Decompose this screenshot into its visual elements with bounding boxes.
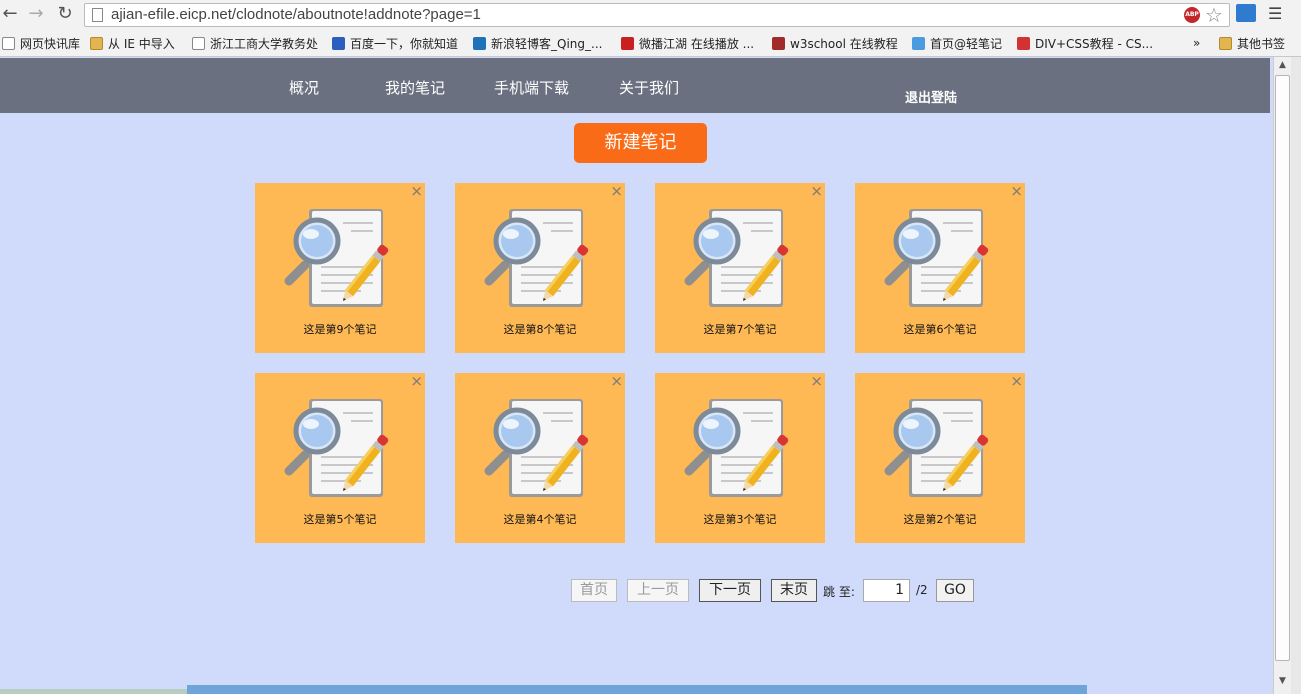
- note-card[interactable]: × 这是第8个笔记: [455, 183, 625, 353]
- bookmark-item[interactable]: w3school 在线教程: [772, 35, 898, 51]
- note-card[interactable]: × 这是第4个笔记: [455, 373, 625, 543]
- sina-icon: [473, 36, 486, 50]
- note-edit-icon: [881, 203, 997, 319]
- jump-to-label: 跳 至:: [823, 585, 855, 599]
- delete-note-close-icon[interactable]: ×: [1010, 183, 1023, 199]
- bookmark-item[interactable]: 百度一下，你就知道: [332, 35, 458, 51]
- scroll-down-arrow-icon[interactable]: ▼: [1274, 673, 1291, 690]
- folder-icon: [1219, 36, 1232, 50]
- note-title: 这是第4个笔记: [503, 513, 577, 526]
- bookmark-label: 网页快讯库: [20, 36, 81, 51]
- note-card[interactable]: × 这是第9个笔记: [255, 183, 425, 353]
- new-note-button[interactable]: 新建笔记: [574, 123, 707, 163]
- first-page-button[interactable]: 首页: [571, 579, 617, 602]
- delete-note-close-icon[interactable]: ×: [810, 183, 823, 199]
- note-title: 这是第3个笔记: [703, 513, 777, 526]
- scroll-thumb[interactable]: [1275, 75, 1290, 661]
- bookmark-label: 新浪轻博客_Qing_...: [491, 36, 603, 51]
- desktop-background-strip: [0, 689, 187, 694]
- bookmark-item[interactable]: 其他书签: [1219, 35, 1285, 51]
- reload-icon[interactable]: ↻: [55, 4, 75, 24]
- note-edit-icon: [681, 203, 797, 319]
- page-icon: [92, 8, 103, 22]
- bookmark-label: w3school 在线教程: [790, 36, 898, 51]
- page-number-input[interactable]: 1: [863, 579, 910, 602]
- bookmark-item[interactable]: 网页快讯库: [2, 35, 80, 51]
- page-total: /2: [916, 583, 928, 597]
- w3school-icon: [772, 36, 785, 50]
- go-button[interactable]: GO: [936, 579, 974, 602]
- note-title: 这是第8个笔记: [503, 323, 577, 336]
- url-text[interactable]: ajian-efile.eicp.net/clodnote/aboutnote!…: [111, 6, 481, 23]
- note-title: 这是第5个笔记: [303, 513, 377, 526]
- bookmark-label: 从 IE 中导入: [108, 36, 175, 51]
- video-site-icon: [621, 36, 634, 50]
- note-edit-icon: [281, 203, 397, 319]
- note-edit-icon: [481, 203, 597, 319]
- delete-note-close-icon[interactable]: ×: [410, 183, 423, 199]
- delete-note-close-icon[interactable]: ×: [1010, 373, 1023, 389]
- bookmark-item[interactable]: 新浪轻博客_Qing_...: [473, 35, 602, 51]
- note-card[interactable]: × 这是第5个笔记: [255, 373, 425, 543]
- bookmark-label: DIV+CSS教程 - CS...: [1035, 36, 1154, 51]
- note-card[interactable]: × 这是第7个笔记: [655, 183, 825, 353]
- note-title: 这是第2个笔记: [903, 513, 977, 526]
- scroll-up-arrow-icon[interactable]: ▲: [1274, 57, 1291, 74]
- bookmark-item[interactable]: 浙江工商大学教务处: [192, 35, 318, 51]
- nav-about-us[interactable]: 关于我们: [619, 77, 679, 98]
- bookmark-item[interactable]: 从 IE 中导入: [90, 35, 175, 51]
- css-site-icon: [1017, 36, 1030, 50]
- bookmark-item[interactable]: 微播江湖 在线播放 ...: [621, 35, 754, 51]
- delete-note-close-icon[interactable]: ×: [610, 373, 623, 389]
- site-nav: 概况 我的笔记 手机端下载 关于我们 退出登陆: [0, 58, 1270, 113]
- bookmark-star-icon[interactable]: ☆: [1205, 3, 1223, 27]
- note-edit-icon: [281, 393, 397, 509]
- extension-icon[interactable]: [1236, 4, 1256, 22]
- note-edit-icon: [481, 393, 597, 509]
- delete-note-close-icon[interactable]: ×: [610, 183, 623, 199]
- bookmark-label: 微播江湖 在线播放 ...: [639, 36, 755, 51]
- note-title: 这是第6个笔记: [903, 323, 977, 336]
- bookmark-item[interactable]: 首页@轻笔记: [912, 35, 1002, 51]
- delete-note-close-icon[interactable]: ×: [410, 373, 423, 389]
- back-arrow-icon[interactable]: ←: [0, 4, 20, 24]
- bookmark-label: 首页@轻笔记: [930, 36, 1003, 51]
- note-edit-icon: [881, 393, 997, 509]
- logout-link[interactable]: 退出登陆: [905, 87, 957, 106]
- vertical-scrollbar[interactable]: ▲ ▼: [1273, 57, 1291, 694]
- taskbar-strip: [187, 685, 1087, 694]
- bookmark-label: 百度一下，你就知道: [350, 36, 459, 51]
- folder-icon: [90, 36, 103, 50]
- bookmark-label: 浙江工商大学教务处: [210, 36, 319, 51]
- note-edit-icon: [681, 393, 797, 509]
- note-card[interactable]: × 这是第2个笔记: [855, 373, 1025, 543]
- next-page-button[interactable]: 下一页: [699, 579, 761, 602]
- prev-page-button[interactable]: 上一页: [627, 579, 689, 602]
- page-icon: [192, 36, 205, 50]
- bookmarks-overflow-chevron-icon[interactable]: »: [1193, 35, 1200, 51]
- last-page-button[interactable]: 末页: [771, 579, 817, 602]
- bookmark-label: 其他书签: [1237, 36, 1286, 51]
- note-title: 这是第7个笔记: [703, 323, 777, 336]
- note-card[interactable]: × 这是第6个笔记: [855, 183, 1025, 353]
- side-panel-edge: [1291, 57, 1301, 694]
- note-title: 这是第9个笔记: [303, 323, 377, 336]
- nav-my-notes[interactable]: 我的笔记: [385, 77, 445, 98]
- menu-icon[interactable]: ☰: [1268, 4, 1282, 23]
- adblock-icon[interactable]: ABP: [1184, 7, 1200, 23]
- baidu-icon: [332, 36, 345, 50]
- page-icon: [2, 36, 15, 50]
- bookmark-item[interactable]: DIV+CSS教程 - CS...: [1017, 35, 1153, 51]
- nav-mobile-download[interactable]: 手机端下载: [494, 77, 569, 98]
- address-bar[interactable]: ajian-efile.eicp.net/clodnote/aboutnote!…: [84, 3, 1230, 27]
- browser-toolbar: ← → ↻ ajian-efile.eicp.net/clodnote/abou…: [0, 0, 1301, 30]
- forward-arrow-icon[interactable]: →: [26, 4, 46, 24]
- note-card[interactable]: × 这是第3个笔记: [655, 373, 825, 543]
- delete-note-close-icon[interactable]: ×: [810, 373, 823, 389]
- cloud-icon: [912, 36, 925, 50]
- nav-overview[interactable]: 概况: [289, 77, 319, 98]
- bookmarks-bar: 网页快讯库 从 IE 中导入 浙江工商大学教务处 百度一下，你就知道 新浪轻博客…: [0, 30, 1301, 57]
